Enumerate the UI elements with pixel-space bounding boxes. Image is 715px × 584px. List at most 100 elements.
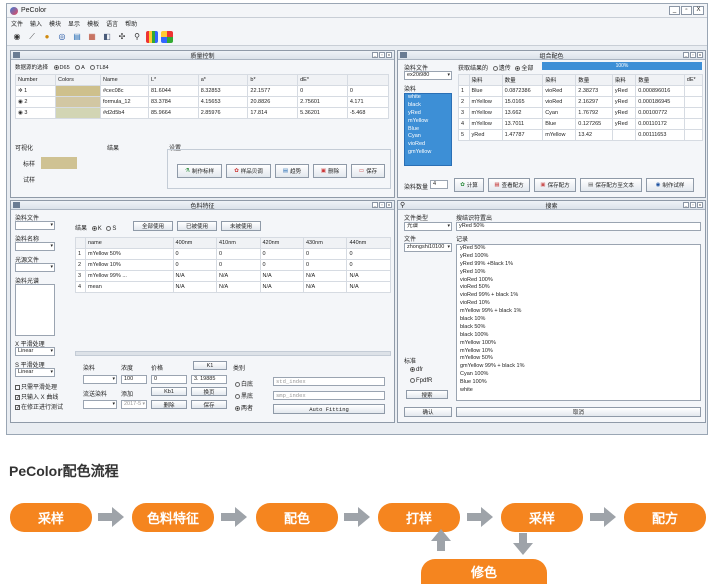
table-row[interactable]: 5 yRed 1.47787 mYellow 13.42 0.00111653 bbox=[458, 129, 704, 141]
save-formula-text-button[interactable]: ▤ 保存配方至文本 bbox=[580, 178, 642, 192]
table-row[interactable]: 3 mYellow 13.662 Cyan 1.76792 yRed 0.00100772 bbox=[458, 107, 704, 119]
table-row[interactable]: 2 mYellow 10% 0 0 0 0 0 bbox=[75, 259, 391, 271]
make-trial-button[interactable]: ◉ 制作试样 bbox=[646, 178, 694, 192]
panel-min-button[interactable]: _ bbox=[372, 52, 378, 58]
trend-button[interactable]: ▤ 趋势 bbox=[275, 164, 309, 178]
list-item[interactable]: Blue 100% bbox=[457, 379, 700, 387]
fpdfr-radio[interactable] bbox=[410, 378, 415, 383]
menu-input[interactable]: 输入 bbox=[30, 19, 42, 28]
chart-icon[interactable]: ▦ bbox=[86, 31, 98, 43]
menu-display[interactable]: 显示 bbox=[68, 19, 80, 28]
list-item[interactable]: gmYellow bbox=[405, 149, 451, 157]
genetic-radio[interactable] bbox=[492, 65, 498, 71]
panel-close-button[interactable]: x bbox=[386, 202, 392, 208]
confirm-button[interactable]: 确认 bbox=[404, 407, 452, 417]
only-input-checkbox[interactable]: ✓ bbox=[15, 394, 20, 400]
table-row[interactable]: 4 mean N/A N/A N/A N/A N/A bbox=[75, 281, 391, 293]
s-smooth-select[interactable]: Linear bbox=[15, 368, 55, 377]
save-dye-button[interactable]: 保存 bbox=[191, 400, 227, 409]
search-icon[interactable]: ⚲ bbox=[131, 31, 143, 43]
use-all-button[interactable]: 全部使用 bbox=[133, 221, 173, 231]
view-formula-button[interactable]: ▦ 查看配方 bbox=[488, 178, 530, 192]
list-item[interactable]: vioRed 10% bbox=[457, 300, 700, 308]
dye-file-select[interactable] bbox=[15, 221, 55, 230]
cancel-button[interactable]: 取消 bbox=[456, 407, 701, 417]
both-radio[interactable] bbox=[235, 405, 240, 411]
std-index-field[interactable]: std_index bbox=[273, 377, 385, 386]
list-item[interactable]: yRed bbox=[405, 110, 451, 118]
white-base-radio[interactable] bbox=[235, 381, 240, 387]
concentration-input[interactable]: 100 bbox=[121, 375, 147, 384]
list-item[interactable]: mYellow 99% + black 1% bbox=[457, 308, 700, 316]
list-item[interactable]: white bbox=[405, 94, 451, 102]
table-scrollbar[interactable] bbox=[75, 351, 391, 356]
sample-adjust-button[interactable]: ✿ 样品贝调 bbox=[226, 164, 271, 178]
light-source-select[interactable] bbox=[15, 263, 55, 272]
all-radio[interactable] bbox=[515, 65, 521, 71]
list-item[interactable]: gmYellow 99% + black 1% bbox=[457, 363, 700, 371]
list-item[interactable]: yRed 10% bbox=[457, 269, 700, 277]
list-item[interactable]: yRed 100% bbox=[457, 253, 700, 261]
panel-restore-button[interactable]: ▫ bbox=[379, 52, 385, 58]
k1-button[interactable]: K1 bbox=[193, 361, 227, 370]
flow-dye-select[interactable] bbox=[83, 400, 117, 409]
menu-language[interactable]: 语言 bbox=[106, 19, 118, 28]
file-select[interactable]: zhongshi10100 bbox=[404, 243, 452, 252]
menu-template[interactable]: 模板 bbox=[87, 19, 99, 28]
unit-select[interactable]: 2017-5 bbox=[121, 400, 147, 409]
menu-file[interactable]: 文件 bbox=[11, 19, 23, 28]
maximize-button[interactable]: ▫ bbox=[681, 6, 692, 15]
table-row[interactable]: 3 mYellow 99% ... N/A N/A N/A N/A N/A bbox=[75, 270, 391, 282]
panel-close-button[interactable]: x bbox=[697, 202, 703, 208]
delete-dye-button[interactable]: 删除 bbox=[151, 400, 187, 409]
dye-spectrum-list[interactable] bbox=[15, 284, 55, 336]
circle-icon[interactable]: ● bbox=[41, 31, 53, 43]
calculate-button[interactable]: ✿ 计算 bbox=[454, 178, 484, 192]
panel-restore-button[interactable]: ▫ bbox=[690, 52, 696, 58]
list-item[interactable]: Cyan bbox=[405, 133, 451, 141]
smp-index-field[interactable]: smp_index bbox=[273, 391, 385, 400]
network-icon[interactable]: ✣ bbox=[116, 31, 128, 43]
list-item[interactable]: vioRed 50% bbox=[457, 284, 700, 292]
save-formula-button[interactable]: ▣ 保存配方 bbox=[534, 178, 576, 192]
dye-name-select[interactable] bbox=[15, 242, 55, 251]
auto-fitting-button[interactable]: Auto Fitting bbox=[273, 404, 385, 414]
record-list[interactable]: yRed 50% yRed 100% yRed 99% +Black 1% yR… bbox=[456, 244, 701, 401]
value-input[interactable]: 3. 19885 bbox=[191, 375, 227, 384]
make-standard-button[interactable]: ⚗ 制作标样 bbox=[177, 164, 222, 178]
table-row[interactable]: 2 mYellow 15.0165 vioRed 2.16297 yRed 0.000186… bbox=[458, 96, 704, 108]
panel-min-button[interactable]: _ bbox=[372, 202, 378, 208]
panel-min-button[interactable]: _ bbox=[683, 202, 689, 208]
list-item[interactable]: mYellow 50% bbox=[457, 355, 700, 363]
list-item[interactable]: vioRed 100% bbox=[457, 277, 700, 285]
dye-list[interactable]: white black yRed mYellow Blue Cyan vioRe… bbox=[404, 93, 452, 166]
panel-min-button[interactable]: _ bbox=[683, 52, 689, 58]
x-smooth-select[interactable]: Linear bbox=[15, 347, 55, 356]
dfr-radio[interactable] bbox=[410, 367, 415, 372]
list-item[interactable]: yRed 99% +Black 1% bbox=[457, 261, 700, 269]
k-radio[interactable] bbox=[91, 225, 97, 231]
table-row[interactable]: 1 Blue 0.0872386 vioRed 2.38273 yRed 0.0008960… bbox=[458, 85, 704, 97]
list-item[interactable]: vioRed bbox=[405, 141, 451, 149]
a-radio[interactable] bbox=[75, 65, 81, 71]
table-row[interactable]: ✲ 1 #cec08c 81.6044 8.32853 22.1577 0 0 bbox=[15, 85, 390, 97]
menu-help[interactable]: 帮助 bbox=[125, 19, 137, 28]
dye-count-spinbox[interactable]: 4 bbox=[430, 180, 448, 189]
unused-button[interactable]: 未被使用 bbox=[221, 221, 261, 231]
list-item[interactable]: Blue bbox=[405, 126, 451, 134]
list-item[interactable]: black 100% bbox=[457, 332, 700, 340]
table-row[interactable]: 1 mYellow 50% 0 0 0 0 0 bbox=[75, 248, 391, 260]
list-item[interactable]: Cyan 100% bbox=[457, 371, 700, 379]
file-type-select[interactable]: 光谱 bbox=[404, 222, 452, 231]
minimize-button[interactable]: _ bbox=[669, 6, 680, 15]
document-icon[interactable]: ▤ bbox=[71, 31, 83, 43]
mix-button[interactable]: Kb1 bbox=[151, 387, 187, 396]
menu-module[interactable]: 模块 bbox=[49, 19, 61, 28]
target-icon[interactable]: ◎ bbox=[56, 31, 68, 43]
s-radio[interactable] bbox=[106, 225, 112, 231]
table-row[interactable]: ◉ 2 formula_12 83.3784 4.15653 20.8826 2.756… bbox=[15, 96, 390, 108]
replace-button[interactable]: 换页 bbox=[191, 387, 227, 396]
dye-file-select[interactable]: ex20i980 bbox=[404, 71, 452, 80]
delete-button[interactable]: ▣ 删除 bbox=[313, 164, 347, 178]
table-row[interactable]: ◉ 3 #d2d5b4 85.9664 2.85976 17.814 5.36201 -5… bbox=[15, 107, 390, 119]
